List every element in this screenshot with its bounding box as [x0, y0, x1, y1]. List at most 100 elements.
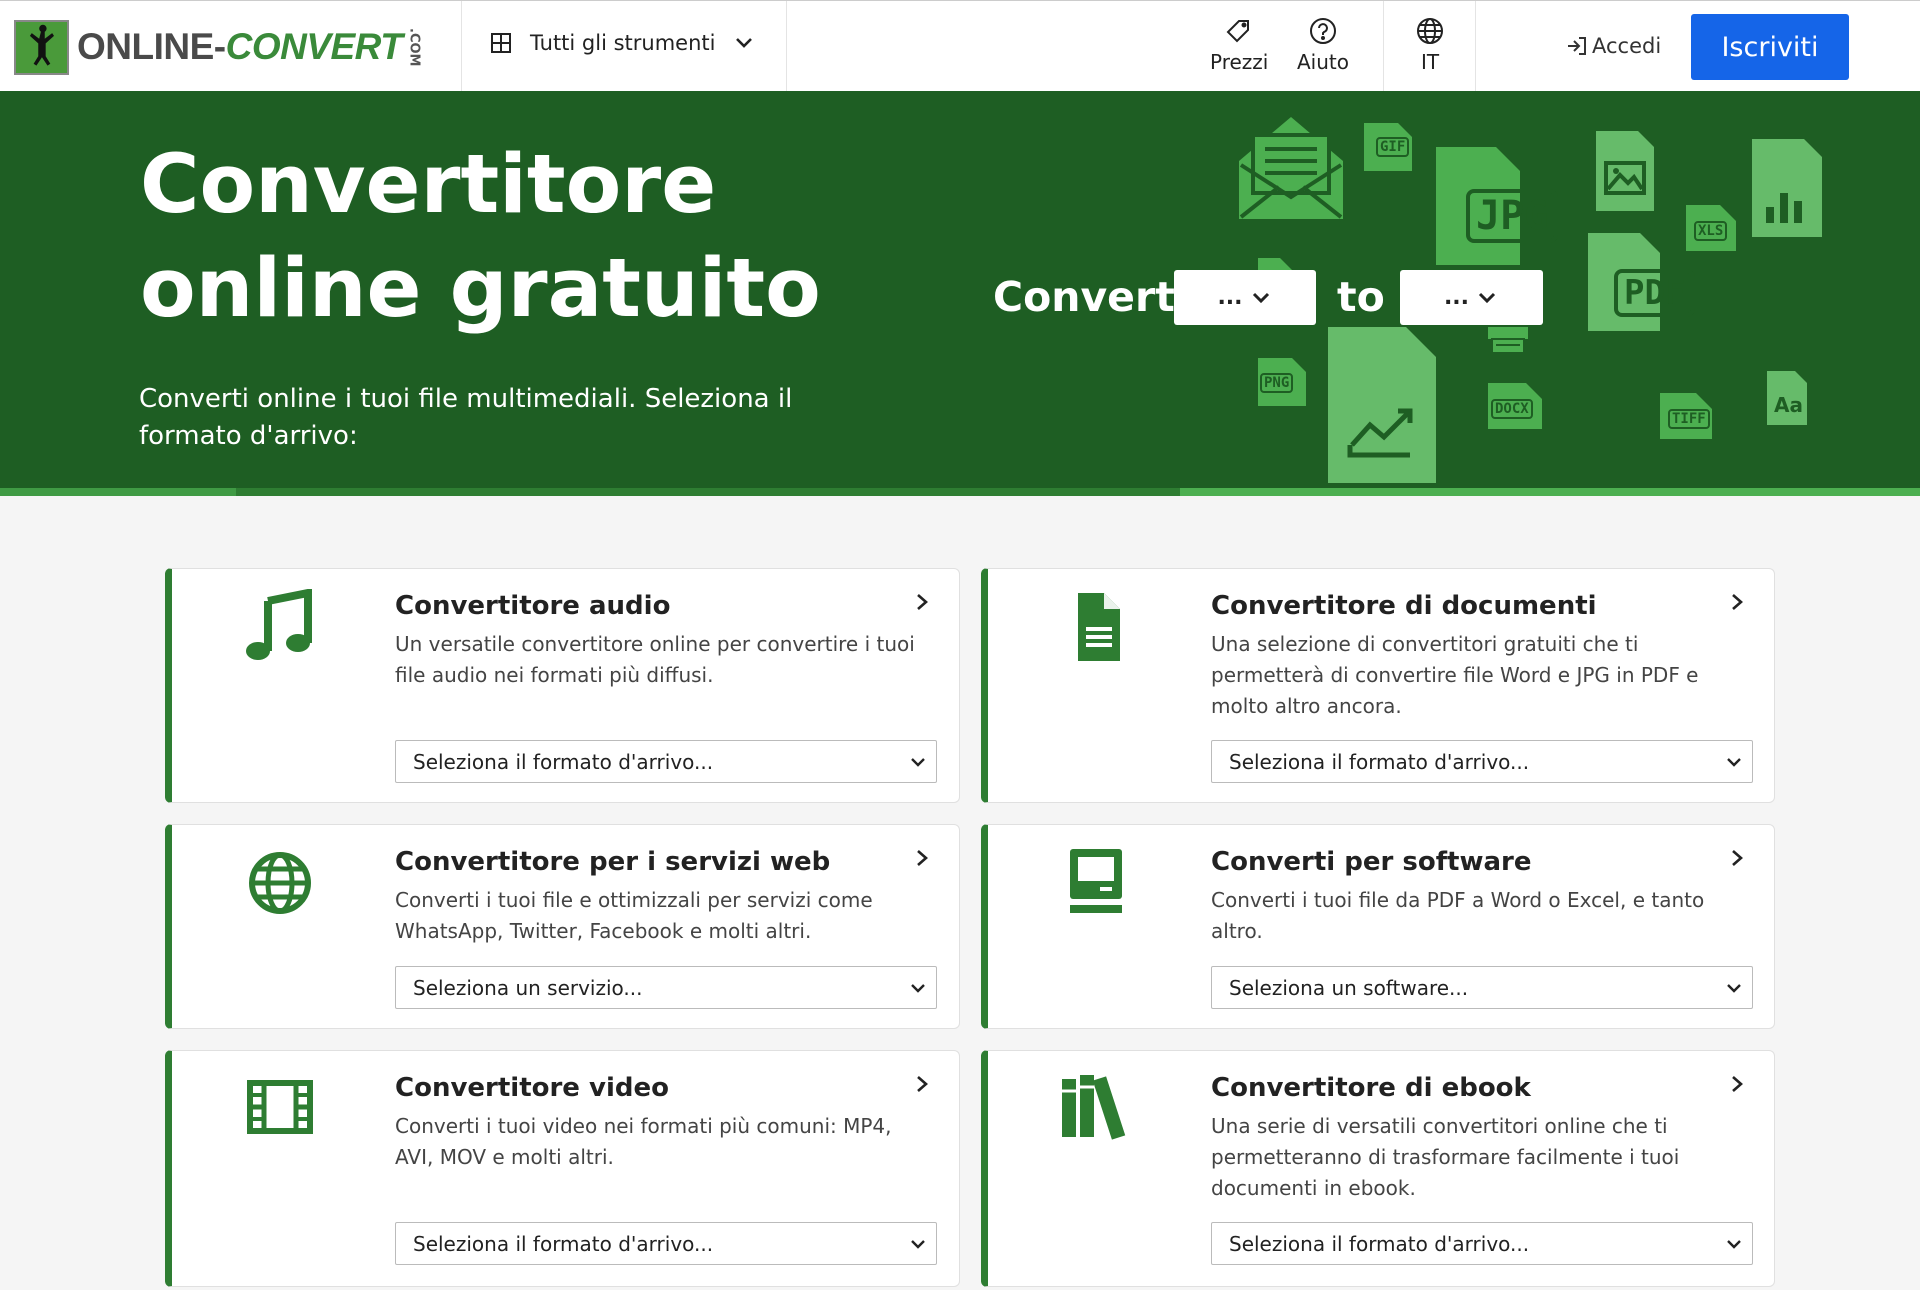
logo-text-com: .COM	[406, 27, 422, 67]
ebook-converter-card[interactable]: Convertitore di ebook Una serie di versa…	[981, 1050, 1775, 1287]
language-label: IT	[1420, 50, 1440, 74]
select-value: Seleziona il formato d'arrivo...	[1229, 1231, 1530, 1256]
video-format-select[interactable]: Seleziona il formato d'arrivo...	[395, 1222, 937, 1265]
xls-file-icon: XLS	[1684, 203, 1738, 257]
chevron-down-icon	[1727, 1240, 1741, 1249]
chevron-down-icon	[911, 758, 925, 767]
card-description: Un versatile convertitore online per con…	[395, 632, 915, 687]
chevron-down-icon	[1478, 292, 1496, 303]
language-selector[interactable]: IT	[1416, 17, 1444, 74]
jpg-file-icon: JPG	[1432, 143, 1559, 272]
card-description: Converti i tuoi file da PDF a Word o Exc…	[1211, 888, 1705, 943]
pdf-label: PDF	[1614, 269, 1696, 317]
pricing-label: Prezzi	[1210, 50, 1269, 74]
chevron-down-icon	[1727, 984, 1741, 993]
png-label: PNG	[1260, 373, 1294, 393]
hero-title: Convertitore online gratuito	[140, 133, 840, 341]
pdf-file-icon: PDF	[1586, 231, 1696, 337]
printer-icon	[1486, 325, 1530, 359]
convert-label: Convert	[993, 273, 1175, 321]
pricing-link[interactable]: Prezzi	[1210, 17, 1268, 74]
chevron-right-icon[interactable]	[911, 591, 933, 613]
font-file-icon: Aa	[1765, 369, 1809, 431]
login-label: Accedi	[1592, 34, 1662, 58]
image-file-icon	[1594, 129, 1656, 217]
chevron-down-icon	[911, 984, 925, 993]
logo-text-convert: CONVERT	[225, 26, 403, 67]
header-divider	[1383, 1, 1384, 92]
chevron-down-icon	[911, 1240, 925, 1249]
chevron-right-icon[interactable]	[1726, 847, 1748, 869]
docx-label: DOCX	[1491, 399, 1533, 419]
chevron-right-icon[interactable]	[911, 847, 933, 869]
docx-file-icon: DOCX	[1486, 381, 1544, 435]
card-title: Converti per software	[1211, 847, 1532, 877]
tiff-label: TIFF	[1668, 409, 1710, 429]
hero-title-line2: online gratuito	[140, 242, 821, 336]
film-icon	[247, 1080, 313, 1134]
all-tools-label: Tutti gli strumenti	[530, 31, 716, 55]
select-value: Seleziona il formato d'arrivo...	[413, 1231, 714, 1256]
question-circle-icon	[1310, 18, 1336, 44]
hero-subtitle: Converti online i tuoi file multimediali…	[139, 384, 793, 451]
web-services-converter-card[interactable]: Convertitore per i servizi web Converti …	[165, 824, 960, 1029]
hero-banner: Convertitore online gratuito Converti on…	[0, 91, 1920, 496]
card-description: Converti i tuoi file e ottimizzali per s…	[395, 888, 873, 943]
card-description: Converti i tuoi video nei formati più co…	[395, 1114, 892, 1169]
chevron-down-icon	[1727, 758, 1741, 767]
logo-mark-icon	[14, 19, 69, 75]
help-label: Aiuto	[1297, 50, 1349, 74]
xls-label: XLS	[1694, 221, 1728, 241]
jpg-label: JPG	[1466, 189, 1559, 243]
document-format-select[interactable]: Seleziona il formato d'arrivo...	[1211, 740, 1753, 783]
font-file-label: Aa	[1774, 393, 1803, 417]
card-title: Convertitore di ebook	[1211, 1073, 1531, 1103]
globe-icon	[249, 852, 311, 914]
document-icon	[1078, 593, 1120, 661]
chevron-right-icon[interactable]	[911, 1073, 933, 1095]
select-value: Seleziona un software...	[1229, 975, 1469, 1000]
audio-format-select[interactable]: Seleziona il formato d'arrivo...	[395, 740, 937, 783]
document-converter-card[interactable]: Convertitore di documenti Una selezione …	[981, 568, 1775, 803]
globe-icon	[1417, 18, 1443, 44]
source-format-value: ...	[1217, 285, 1243, 310]
target-format-value: ...	[1443, 285, 1470, 310]
source-format-select[interactable]: ...	[1174, 270, 1316, 325]
price-tag-icon	[1226, 20, 1250, 43]
to-label: to	[1337, 273, 1385, 321]
signup-button[interactable]: Iscriviti	[1691, 14, 1849, 80]
card-title: Convertitore per i servizi web	[395, 847, 831, 877]
hero-title-line1: Convertitore	[140, 138, 717, 232]
header-divider	[461, 1, 462, 92]
top-navigation-bar: ONLINE-CONVERT .COM Tutti gli strumenti …	[0, 0, 1920, 92]
chevron-right-icon[interactable]	[1726, 1073, 1748, 1095]
audio-converter-card[interactable]: Convertitore audio Un versatile converti…	[165, 568, 960, 803]
card-description: Una selezione di convertitori gratuiti c…	[1211, 632, 1699, 718]
help-link[interactable]: Aiuto	[1297, 17, 1349, 74]
ebook-format-select[interactable]: Seleziona il formato d'arrivo...	[1211, 1222, 1753, 1265]
login-link[interactable]: Accedi	[1566, 34, 1661, 58]
chevron-right-icon[interactable]	[1726, 591, 1748, 613]
all-tools-menu[interactable]: Tutti gli strumenti	[490, 31, 755, 55]
target-format-select[interactable]: ...	[1400, 270, 1543, 325]
grid-icon	[491, 33, 511, 53]
chevron-down-icon	[736, 38, 753, 48]
card-title: Convertitore di documenti	[1211, 591, 1597, 621]
sign-in-icon	[1568, 37, 1586, 55]
header-divider	[1475, 1, 1476, 92]
select-value: Seleziona il formato d'arrivo...	[413, 749, 714, 774]
select-value: Seleziona il formato d'arrivo...	[1229, 749, 1530, 774]
hero-bottom-stripe	[0, 488, 1920, 496]
gif-label: GIF	[1376, 137, 1410, 157]
gif-file-icon: GIF	[1362, 121, 1414, 177]
software-converter-card[interactable]: Converti per software Converti i tuoi fi…	[981, 824, 1775, 1029]
site-logo[interactable]: ONLINE-CONVERT .COM	[14, 19, 421, 75]
header-divider	[786, 1, 787, 92]
card-title: Convertitore video	[395, 1073, 669, 1103]
software-select[interactable]: Seleziona un software...	[1211, 966, 1753, 1009]
card-description: Una serie di versatili convertitori onli…	[1211, 1114, 1680, 1200]
web-service-select[interactable]: Seleziona un servizio...	[395, 966, 937, 1009]
select-value: Seleziona un servizio...	[413, 975, 643, 1000]
tiff-file-icon: TIFF	[1658, 391, 1714, 445]
video-converter-card[interactable]: Convertitore video Converti i tuoi video…	[165, 1050, 960, 1287]
